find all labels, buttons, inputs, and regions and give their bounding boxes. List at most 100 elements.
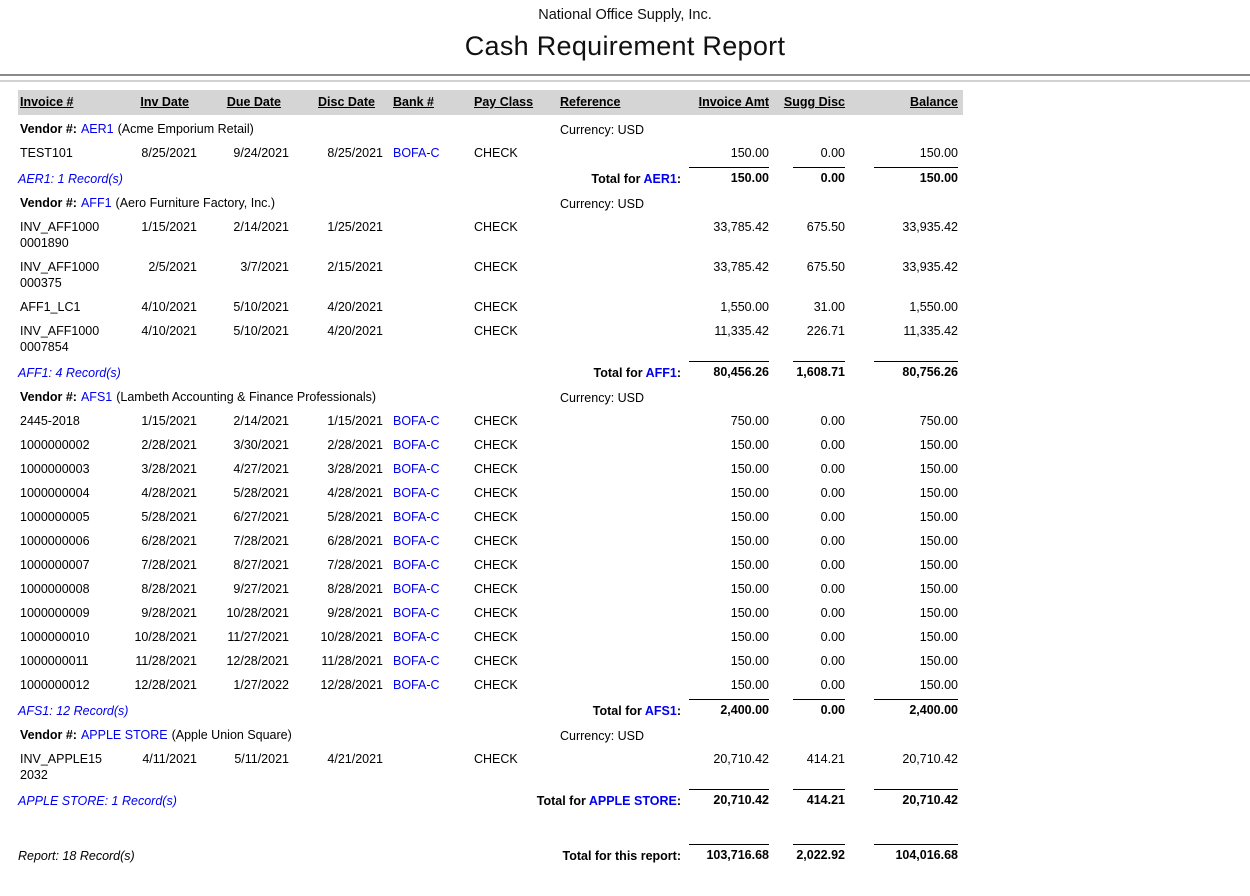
- bank-code-link[interactable]: BOFA-C: [383, 509, 455, 525]
- record-count-link[interactable]: AER1: 1 Record(s): [18, 172, 123, 186]
- bank-code-link[interactable]: BOFA-C: [383, 581, 455, 597]
- vendor-total-label: Total forAFF1:: [594, 366, 682, 380]
- vendor-code-link[interactable]: AFF1: [81, 196, 112, 210]
- due-date-cell: 8/27/2021: [197, 557, 289, 573]
- invoice-row: INV_AFF1000 0001890 1/15/2021 2/14/2021 …: [18, 215, 958, 255]
- due-date-cell: 6/27/2021: [197, 509, 289, 525]
- invoice-number: 1000000010: [18, 629, 106, 645]
- vendor-code-link[interactable]: APPLE STORE: [81, 728, 168, 742]
- sugg-disc-cell: 414.21: [769, 751, 845, 783]
- bank-code-link[interactable]: BOFA-C: [383, 677, 455, 693]
- invoice-row: 1000000006 6/28/2021 7/28/2021 6/28/2021…: [18, 529, 958, 553]
- column-header-inv-date: Inv Date: [106, 94, 197, 110]
- pay-class-cell: CHECK: [455, 751, 560, 783]
- vendor-name: (Acme Emporium Retail): [118, 122, 254, 136]
- bank-code-link[interactable]: BOFA-C: [383, 653, 455, 669]
- vendor-name: (Apple Union Square): [172, 728, 292, 742]
- vendor-total-row: AFS1: 12 Record(s) Total forAFS1: 2,400.…: [18, 697, 958, 721]
- inv-date-cell: 2/28/2021: [106, 437, 197, 453]
- inv-date-cell: 1/15/2021: [106, 219, 197, 251]
- inv-date-cell: 7/28/2021: [106, 557, 197, 573]
- bank-code-link[interactable]: BOFA-C: [383, 605, 455, 621]
- sugg-disc-cell: 0.00: [769, 145, 845, 161]
- vendor-total-label: Total forAFS1:: [593, 704, 681, 718]
- invoice-number: 2445-2018: [18, 413, 106, 429]
- invoice-amt-cell: 33,785.42: [685, 259, 769, 291]
- bank-code-link[interactable]: BOFA-C: [383, 145, 455, 161]
- report-page: National Office Supply, Inc. Cash Requir…: [0, 0, 1250, 896]
- record-count-link[interactable]: AFS1: 12 Record(s): [18, 704, 128, 718]
- divider-dark: [0, 74, 1250, 76]
- vendor-number-label: Vendor #:: [20, 728, 77, 742]
- bank-code-link[interactable]: [383, 751, 455, 783]
- inv-date-cell: 4/28/2021: [106, 485, 197, 501]
- vendor-total-invoice-amt: 20,710.42: [685, 789, 769, 808]
- record-count-link[interactable]: AFF1: 4 Record(s): [18, 366, 121, 380]
- pay-class-cell: CHECK: [455, 485, 560, 501]
- reference-cell: [560, 533, 685, 549]
- disc-date-cell: 7/28/2021: [289, 557, 383, 573]
- vendor-code-link[interactable]: AFS1: [81, 390, 112, 404]
- due-date-cell: 1/27/2022: [197, 677, 289, 693]
- vendor-total-balance: 80,756.26: [845, 361, 958, 380]
- sugg-disc-cell: 0.00: [769, 509, 845, 525]
- bank-code-link[interactable]: [383, 219, 455, 251]
- invoice-number: 1000000003: [18, 461, 106, 477]
- column-header-balance: Balance: [845, 94, 958, 110]
- inv-date-cell: 11/28/2021: [106, 653, 197, 669]
- bank-code-link[interactable]: [383, 323, 455, 355]
- vendor-total-code-link[interactable]: AFF1: [646, 366, 677, 380]
- invoice-number: 1000000004: [18, 485, 106, 501]
- bank-code-link[interactable]: [383, 299, 455, 315]
- balance-cell: 150.00: [845, 485, 958, 501]
- pay-class-cell: CHECK: [455, 581, 560, 597]
- bank-code-link[interactable]: [383, 259, 455, 291]
- invoice-row: INV_AFF1000 0007854 4/10/2021 5/10/2021 …: [18, 319, 958, 359]
- pay-class-cell: CHECK: [455, 557, 560, 573]
- invoice-number-line1: 1000000006: [20, 533, 106, 549]
- vendor-total-invoice-amt: 80,456.26: [685, 361, 769, 380]
- bank-code-link[interactable]: BOFA-C: [383, 485, 455, 501]
- bank-code-link[interactable]: BOFA-C: [383, 533, 455, 549]
- reference-cell: [560, 557, 685, 573]
- vendor-total-invoice-amt: 150.00: [685, 167, 769, 186]
- pay-class-cell: CHECK: [455, 653, 560, 669]
- invoice-number: 1000000008: [18, 581, 106, 597]
- inv-date-cell: 5/28/2021: [106, 509, 197, 525]
- bank-code-link[interactable]: BOFA-C: [383, 461, 455, 477]
- vendor-total-code-link[interactable]: AER1: [643, 172, 676, 186]
- invoice-number-line1: INV_AFF1000: [20, 259, 106, 275]
- invoice-row: 1000000011 11/28/2021 12/28/2021 11/28/2…: [18, 649, 958, 673]
- pay-class-cell: CHECK: [455, 677, 560, 693]
- vendor-total-code-link[interactable]: AFS1: [645, 704, 677, 718]
- column-header-sugg-disc: Sugg Disc: [769, 94, 845, 110]
- vendor-total-code-link[interactable]: APPLE STORE: [589, 794, 677, 808]
- bank-code-link[interactable]: BOFA-C: [383, 437, 455, 453]
- invoice-amt-cell: 150.00: [685, 605, 769, 621]
- due-date-cell: 3/7/2021: [197, 259, 289, 291]
- reference-cell: [560, 677, 685, 693]
- pay-class-cell: CHECK: [455, 533, 560, 549]
- sugg-disc-cell: 0.00: [769, 581, 845, 597]
- record-count-link[interactable]: APPLE STORE: 1 Record(s): [18, 794, 177, 808]
- invoice-number-line2: 000375: [20, 275, 106, 291]
- invoice-number-line1: INV_AFF1000: [20, 219, 106, 235]
- invoice-amt-cell: 150.00: [685, 677, 769, 693]
- bank-code-link[interactable]: BOFA-C: [383, 413, 455, 429]
- vendor-sections: Vendor #:AER1(Acme Emporium Retail) Curr…: [18, 120, 963, 811]
- disc-date-cell: 10/28/2021: [289, 629, 383, 645]
- invoice-number: 1000000002: [18, 437, 106, 453]
- balance-cell: 150.00: [845, 557, 958, 573]
- due-date-cell: 9/27/2021: [197, 581, 289, 597]
- invoice-row: 1000000002 2/28/2021 3/30/2021 2/28/2021…: [18, 433, 958, 457]
- bank-code-link[interactable]: BOFA-C: [383, 629, 455, 645]
- invoice-number: 1000000012: [18, 677, 106, 693]
- reference-cell: [560, 323, 685, 355]
- bank-code-link[interactable]: BOFA-C: [383, 557, 455, 573]
- invoice-row: AFF1_LC1 4/10/2021 5/10/2021 4/20/2021 C…: [18, 295, 958, 319]
- reference-cell: [560, 751, 685, 783]
- pay-class-cell: CHECK: [455, 219, 560, 251]
- disc-date-cell: 9/28/2021: [289, 605, 383, 621]
- balance-cell: 750.00: [845, 413, 958, 429]
- vendor-code-link[interactable]: AER1: [81, 122, 114, 136]
